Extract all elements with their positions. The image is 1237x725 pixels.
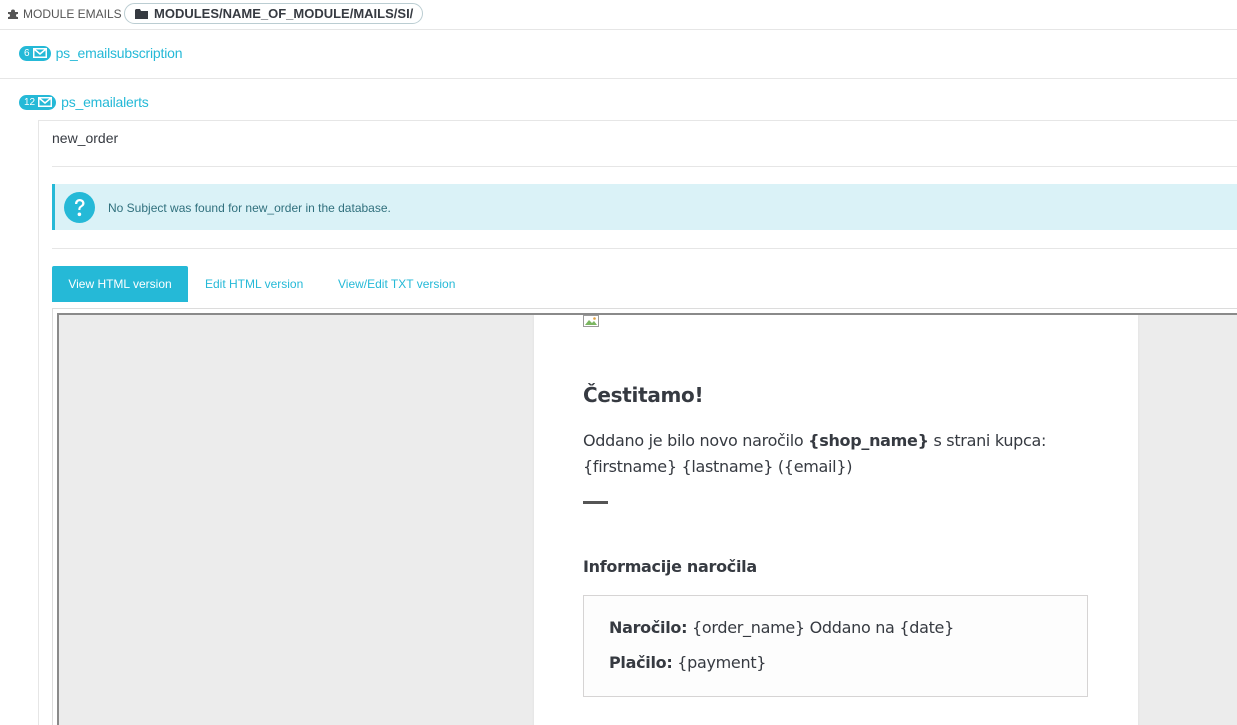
module-row-emailsubscription: 6 ps_emailsubscription <box>0 31 1237 79</box>
email-count: 6 <box>24 47 30 59</box>
payment-value: {payment} <box>672 653 767 672</box>
payment-label: Plačilo: <box>609 653 673 672</box>
email-count: 12 <box>24 96 36 108</box>
order-line: Naročilo: {order_name} Oddano na {date} <box>609 618 954 637</box>
info-alert: No Subject was found for new_order in th… <box>52 184 1237 230</box>
question-circle-icon <box>64 192 95 223</box>
envelope-icon <box>32 48 47 58</box>
module-link-emailalerts[interactable]: 12 ps_emailalerts <box>19 94 149 110</box>
module-name[interactable]: ps_emailalerts <box>61 94 149 110</box>
order-label: Naročilo: <box>609 618 688 637</box>
module-row-emailalerts: 12 ps_emailalerts <box>0 80 1237 120</box>
module-link-emailsubscription[interactable]: 6 ps_emailsubscription <box>19 45 182 61</box>
folder-icon <box>135 8 148 19</box>
envelope-icon <box>38 97 53 107</box>
tab-view-edit-txt[interactable]: View/Edit TXT version <box>338 266 455 302</box>
payment-line: Plačilo: {payment} <box>609 653 766 672</box>
tab-edit-html[interactable]: Edit HTML version <box>205 266 303 302</box>
order-info-title: Informacije naročila <box>583 557 757 576</box>
email-count-badge: 12 <box>19 94 57 110</box>
path-text: MODULES/NAME_OF_MODULE/MAILS/SI/ <box>154 6 414 21</box>
order-value: {order_name} Oddano na {date} <box>687 618 954 637</box>
email-intro: Oddano je bilo novo naročilo {shop_name}… <box>583 428 1053 480</box>
order-info-box: Naročilo: {order_name} Oddano na {date} … <box>583 595 1088 697</box>
email-count-badge: 6 <box>19 45 51 61</box>
email-divider <box>583 501 608 504</box>
path-badge: MODULES/NAME_OF_MODULE/MAILS/SI/ <box>124 3 424 24</box>
module-name[interactable]: ps_emailsubscription <box>56 45 183 61</box>
email-card: Čestitamo! Oddano je bilo novo naročilo … <box>534 315 1138 725</box>
broken-image-icon <box>583 315 599 327</box>
module-emails-label: MODULE EMAILS <box>23 7 122 21</box>
module-emails-header: MODULE EMAILS MODULES/NAME_OF_MODULE/MAI… <box>0 0 1237 30</box>
email-greeting: Čestitamo! <box>583 383 704 407</box>
module-emails-title: MODULE EMAILS <box>7 7 122 21</box>
divider <box>52 248 1237 249</box>
intro-shop-name: {shop_name} <box>808 431 929 450</box>
template-name: new_order <box>52 130 119 146</box>
email-preview-iframe[interactable]: Čestitamo! Oddano je bilo novo naročilo … <box>57 313 1237 725</box>
alert-message: No Subject was found for new_order in th… <box>108 201 391 215</box>
tab-view-html[interactable]: View HTML version <box>52 266 188 302</box>
divider <box>52 166 1237 167</box>
intro-text-before: Oddano je bilo novo naročilo <box>583 431 809 450</box>
puzzle-icon <box>7 9 19 19</box>
